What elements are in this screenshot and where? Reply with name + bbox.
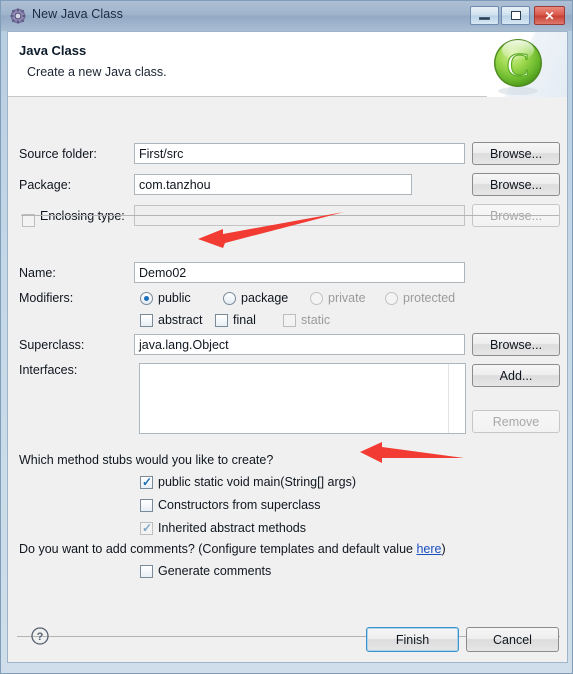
package-input[interactable]: com.tanzhou xyxy=(134,174,412,195)
modifier-label-final: final xyxy=(233,313,256,327)
svg-text:C: C xyxy=(507,47,530,84)
package-browse-button[interactable]: Browse... xyxy=(472,173,560,196)
interfaces-list[interactable] xyxy=(139,363,466,434)
maximize-button[interactable] xyxy=(501,6,530,25)
modifier-label-package: package xyxy=(241,291,289,305)
new-java-class-window: New Java Class ✕ Java Class Create a new… xyxy=(0,0,573,674)
check-glyph: ✓ xyxy=(142,475,153,489)
class-name-input[interactable]: Demo02 xyxy=(134,262,465,283)
help-icon[interactable]: ? xyxy=(31,627,49,645)
generate-comments-label: Generate comments xyxy=(158,564,272,578)
modifier-radio-private xyxy=(310,292,323,305)
interfaces-scrollbar[interactable] xyxy=(448,364,465,433)
comments-question: Do you want to add comments? (Configure … xyxy=(19,542,446,556)
minimize-icon xyxy=(471,7,498,24)
modifier-label-private: private xyxy=(328,291,366,305)
divider-name-section xyxy=(21,215,559,216)
modifier-label-static: static xyxy=(301,313,331,327)
java-class-icon: C xyxy=(494,39,542,95)
stub-checkbox-inherited-abstract: ✓ xyxy=(140,521,153,535)
stub-checkbox-constructors[interactable] xyxy=(140,499,153,512)
interfaces-remove-button: Remove xyxy=(472,410,560,433)
stub-label-main-method: public static void main(String[] args) xyxy=(158,475,356,489)
package-label: Package: xyxy=(19,178,72,192)
modifier-label-protected: protected xyxy=(403,291,456,305)
comments-question-prefix: Do you want to add comments? (Configure … xyxy=(19,542,417,556)
close-button[interactable]: ✕ xyxy=(534,6,565,25)
superclass-label: Superclass: xyxy=(19,338,85,352)
superclass-input[interactable]: java.lang.Object xyxy=(134,334,465,355)
minimize-button[interactable] xyxy=(470,6,499,25)
modifier-label-public: public xyxy=(158,291,191,305)
source-folder-browse-button[interactable]: Browse... xyxy=(472,142,560,165)
cancel-button[interactable]: Cancel xyxy=(466,627,559,652)
stub-label-constructors: Constructors from superclass xyxy=(158,498,321,512)
modifier-checkbox-final[interactable] xyxy=(215,314,228,327)
page-subtitle: Create a new Java class. xyxy=(27,65,167,79)
interfaces-add-button[interactable]: Add... xyxy=(472,364,560,387)
dialog-header: Java Class Create a new Java class. C xyxy=(8,32,567,97)
comments-question-suffix: ) xyxy=(441,542,446,556)
stub-checkbox-main-method[interactable]: ✓ xyxy=(140,475,153,489)
stub-label-inherited-abstract: Inherited abstract methods xyxy=(158,521,306,535)
configure-templates-link[interactable]: here xyxy=(416,542,441,556)
generate-comments-checkbox[interactable] xyxy=(140,565,153,578)
check-glyph: ✓ xyxy=(142,521,153,535)
maximize-icon xyxy=(502,7,529,24)
superclass-browse-button[interactable]: Browse... xyxy=(472,333,560,356)
dialog-body: Java Class Create a new Java class. C So… xyxy=(7,31,568,663)
window-title: New Java Class xyxy=(32,7,124,21)
modifier-checkbox-abstract[interactable] xyxy=(140,314,153,327)
title-bar: New Java Class ✕ xyxy=(1,1,572,31)
modifier-radio-protected xyxy=(385,292,398,305)
class-name-label: Name: xyxy=(19,266,56,280)
modifier-checkbox-static xyxy=(283,314,296,327)
finish-button[interactable]: Finish xyxy=(366,627,459,652)
modifier-radio-public[interactable] xyxy=(140,292,153,305)
source-folder-input[interactable]: First/src xyxy=(134,143,465,164)
source-folder-label: Source folder: xyxy=(19,147,97,161)
svg-text:?: ? xyxy=(37,631,44,643)
method-stubs-question: Which method stubs would you like to cre… xyxy=(19,453,274,467)
close-icon: ✕ xyxy=(544,8,555,23)
gear-icon xyxy=(10,8,26,24)
modifier-radio-package[interactable] xyxy=(223,292,236,305)
modifiers-label: Modifiers: xyxy=(19,291,74,305)
interfaces-label: Interfaces: xyxy=(19,363,78,377)
modifier-label-abstract: abstract xyxy=(158,313,203,327)
page-title: Java Class xyxy=(19,43,87,58)
